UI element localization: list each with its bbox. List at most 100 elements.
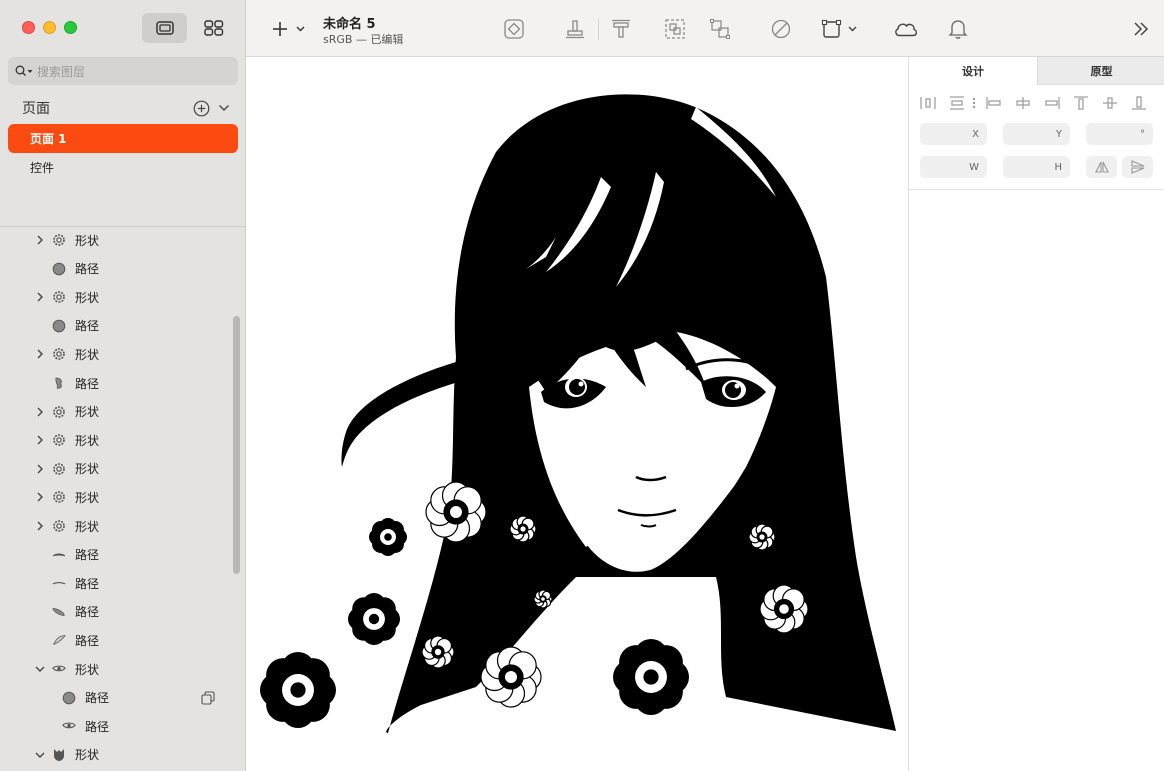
tab-label: 原型	[1090, 64, 1113, 78]
insert-button[interactable]	[268, 16, 308, 42]
layer-name: 路径	[75, 605, 100, 620]
layer-name: 形状	[75, 405, 100, 420]
layer-row[interactable]: 路径	[0, 684, 230, 712]
flip-horizontal-icon	[1094, 161, 1109, 173]
layer-row[interactable]: 形状	[0, 398, 230, 426]
chevron-right-icon[interactable]	[35, 435, 45, 445]
inspector-tabs: 设计 原型	[909, 57, 1164, 85]
width-field[interactable]: W	[920, 156, 987, 178]
ungroup-tool-button[interactable]	[707, 16, 733, 42]
create-symbol-button[interactable]	[501, 16, 527, 42]
layer-row[interactable]: 路径	[0, 255, 230, 283]
layer-search-field[interactable]: 搜索图层	[8, 57, 238, 85]
layer-row[interactable]: 路径	[0, 598, 230, 626]
resize-menu-button[interactable]	[820, 16, 864, 42]
toolbar-separator	[598, 18, 599, 40]
align-top-icon[interactable]	[1072, 95, 1090, 111]
expand-toolbar-button[interactable]	[1128, 16, 1154, 42]
more-dots-icon[interactable]	[971, 95, 977, 111]
minimize-window-button[interactable]	[43, 21, 56, 34]
flower-shape	[369, 518, 407, 556]
align-bottom-tool-button[interactable]	[562, 16, 588, 42]
chevron-right-icon[interactable]	[35, 521, 45, 531]
layer-row[interactable]: 形状	[0, 426, 230, 454]
layer-name: 形状	[75, 462, 100, 477]
distribute-horizontal-icon[interactable]	[919, 95, 937, 111]
layer-row[interactable]: 路径	[0, 541, 230, 569]
gear-shape-icon	[52, 290, 66, 304]
search-icon	[15, 65, 33, 76]
flower-shape	[348, 593, 400, 645]
notifications-button[interactable]	[945, 16, 971, 42]
flower-shape	[509, 515, 537, 543]
resize-icon	[821, 19, 857, 38]
double-chevron-right-icon	[1134, 22, 1149, 36]
flip-vertical-button[interactable]	[1122, 156, 1153, 178]
align-bottom-icon	[566, 20, 584, 39]
gear-shape-icon	[52, 233, 66, 247]
chevron-right-icon[interactable]	[35, 349, 45, 359]
flower-shape	[759, 584, 809, 634]
align-left-icon[interactable]	[985, 95, 1003, 111]
layer-row[interactable]: 形状	[0, 741, 230, 769]
layer-name: 路径	[75, 633, 100, 648]
chevron-right-icon[interactable]	[35, 292, 45, 302]
layer-row[interactable]: 形状	[0, 483, 230, 511]
single-view-button[interactable]	[142, 13, 187, 43]
y-position-field[interactable]: Y	[1003, 123, 1070, 145]
bell-icon	[948, 20, 968, 39]
add-page-icon[interactable]	[193, 100, 210, 117]
mask-tool-button[interactable]	[768, 16, 794, 42]
mask-icon	[771, 19, 791, 39]
close-window-button[interactable]	[22, 21, 35, 34]
layer-row[interactable]: 形状	[0, 512, 230, 540]
canvas[interactable]	[246, 57, 908, 771]
chevron-right-icon[interactable]	[35, 492, 45, 502]
layer-name: 路径	[75, 548, 100, 563]
grid-view-button[interactable]	[191, 13, 236, 43]
flip-horizontal-button[interactable]	[1086, 156, 1117, 178]
circle-path-icon	[62, 691, 76, 705]
layer-row[interactable]: 路径	[0, 626, 230, 654]
layer-row[interactable]: 路径	[0, 369, 230, 397]
chevron-down-icon[interactable]	[35, 750, 45, 760]
x-position-field[interactable]: X	[920, 123, 987, 145]
tab-prototype[interactable]: 原型	[1037, 57, 1164, 85]
flower-shape	[748, 523, 776, 551]
page-item-page-1[interactable]: 页面 1	[8, 124, 238, 153]
layer-row[interactable]: 形状	[0, 340, 230, 368]
layer-row[interactable]: 形状	[0, 226, 230, 254]
layer-row[interactable]: 形状	[0, 283, 230, 311]
layer-name: 形状	[75, 433, 100, 448]
distribute-vertical-icon[interactable]	[948, 95, 966, 111]
head-shape-icon	[52, 748, 66, 762]
collapse-pages-chevron-icon[interactable]	[218, 104, 230, 112]
align-center-horizontal-icon[interactable]	[1014, 95, 1032, 111]
artboard-illustration[interactable]	[246, 57, 908, 771]
layer-list-scrollbar[interactable]	[233, 316, 240, 574]
align-bottom-icon[interactable]	[1130, 95, 1148, 111]
height-field[interactable]: H	[1003, 156, 1070, 178]
zoom-window-button[interactable]	[64, 21, 77, 34]
rotation-field[interactable]: °	[1086, 123, 1153, 145]
align-top-tool-button[interactable]	[608, 16, 634, 42]
tab-design[interactable]: 设计	[909, 57, 1037, 85]
cloud-button[interactable]	[891, 16, 921, 42]
layer-row[interactable]: 形状	[0, 655, 230, 683]
chevron-right-icon[interactable]	[35, 235, 45, 245]
eye-shape-icon	[52, 662, 66, 676]
group-tool-button[interactable]	[662, 16, 688, 42]
page-item-controls[interactable]: 控件	[8, 153, 238, 182]
mask-indicator-icon[interactable]	[201, 691, 215, 705]
layer-row[interactable]: 路径	[0, 569, 230, 597]
align-middle-vertical-icon[interactable]	[1101, 95, 1119, 111]
align-right-icon[interactable]	[1043, 95, 1061, 111]
grid-view-icon	[203, 20, 223, 36]
chevron-down-icon[interactable]	[35, 664, 45, 674]
layer-name: 路径	[75, 319, 100, 334]
chevron-right-icon[interactable]	[35, 407, 45, 417]
layer-row[interactable]: 路径	[0, 312, 230, 340]
layer-row[interactable]: 形状	[0, 455, 230, 483]
layer-row[interactable]: 路径	[0, 712, 230, 740]
chevron-right-icon[interactable]	[35, 464, 45, 474]
